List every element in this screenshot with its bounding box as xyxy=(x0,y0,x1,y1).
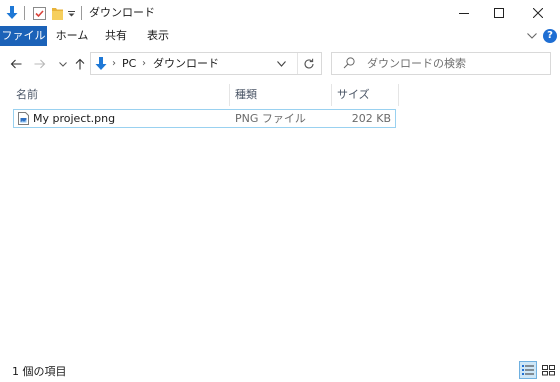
breadcrumb-downloads[interactable]: ダウンロード xyxy=(153,57,219,71)
recent-locations-chevron-icon[interactable] xyxy=(55,56,71,72)
file-type: PNG ファイル xyxy=(235,112,306,125)
title-separator xyxy=(24,6,25,20)
downloads-location-icon xyxy=(95,57,109,71)
close-button[interactable] xyxy=(515,0,560,26)
back-arrow-icon[interactable] xyxy=(8,56,24,72)
column-divider-3[interactable] xyxy=(398,84,399,106)
title-bar: ダウンロード xyxy=(0,0,560,26)
column-header-size[interactable]: サイズ xyxy=(337,86,370,104)
column-header-type[interactable]: 種類 xyxy=(235,86,257,104)
large-icons-view-button[interactable] xyxy=(539,361,557,379)
window-title: ダウンロード xyxy=(89,6,155,19)
file-row[interactable]: My project.png PNG ファイル 202 KB xyxy=(13,109,396,128)
tab-share[interactable]: 共有 xyxy=(98,26,134,46)
ribbon: ファイル ホーム 共有 表示 ? xyxy=(0,26,560,46)
address-history-chevron-icon[interactable] xyxy=(274,58,288,70)
column-divider-2[interactable] xyxy=(331,84,332,106)
new-folder-icon[interactable] xyxy=(50,5,64,21)
details-view-icon xyxy=(522,365,534,375)
item-count: 1 個の項目 xyxy=(12,365,67,378)
forward-arrow-icon[interactable] xyxy=(32,56,48,72)
breadcrumb-pc[interactable]: PC xyxy=(122,57,136,71)
address-bar[interactable]: › PC › ダウンロード xyxy=(90,52,322,75)
properties-icon[interactable] xyxy=(31,5,47,21)
tab-file[interactable]: ファイル xyxy=(0,26,47,46)
download-arrow-icon xyxy=(4,5,20,21)
image-file-icon xyxy=(18,112,29,125)
column-header-name[interactable]: 名前 xyxy=(16,86,38,104)
search-box[interactable]: ダウンロードの検索 xyxy=(331,52,551,75)
details-view-button[interactable] xyxy=(519,361,537,379)
file-name: My project.png xyxy=(33,112,116,125)
help-icon[interactable]: ? xyxy=(543,29,557,43)
customize-toolbar-dropdown-icon[interactable] xyxy=(66,5,76,21)
refresh-icon[interactable] xyxy=(301,56,317,72)
tab-home[interactable]: ホーム xyxy=(52,26,92,46)
navigation-bar: › PC › ダウンロード ダウンロードの検索 xyxy=(0,48,560,80)
search-icon xyxy=(343,57,357,71)
large-icons-view-icon xyxy=(541,365,555,376)
file-size: 202 KB xyxy=(351,112,391,125)
expand-ribbon-icon[interactable] xyxy=(527,28,537,44)
breadcrumb-separator-icon-2[interactable]: › xyxy=(142,57,146,71)
breadcrumb-separator-icon[interactable]: › xyxy=(112,57,116,71)
title-separator-2 xyxy=(81,6,82,20)
up-arrow-icon[interactable] xyxy=(72,56,88,72)
address-divider xyxy=(297,53,298,74)
search-placeholder: ダウンロードの検索 xyxy=(367,57,466,70)
tab-view[interactable]: 表示 xyxy=(140,26,176,46)
column-divider[interactable] xyxy=(229,84,230,106)
